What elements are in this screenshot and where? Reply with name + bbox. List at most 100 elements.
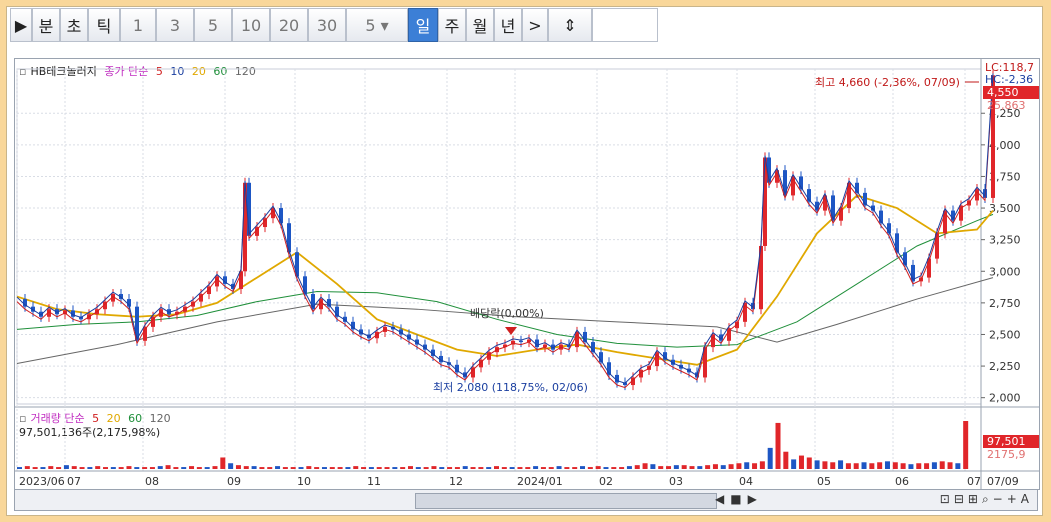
volume-bar — [853, 463, 859, 469]
zoom-controls[interactable]: ⊡⊟⊞⌕−+A — [940, 492, 1033, 507]
toolbar-button-5[interactable]: 3 — [156, 8, 194, 42]
x-tick-label: 07/09 — [987, 475, 1019, 488]
toolbar-button-4[interactable]: 1 — [120, 8, 156, 42]
volume-bar — [697, 466, 703, 469]
toolbar-button-13[interactable]: 월 — [466, 8, 494, 42]
toolbar-button-1[interactable]: 분 — [32, 8, 60, 42]
toolbar-button-7[interactable]: 10 — [232, 8, 270, 42]
toolbar-button-11[interactable]: 일 — [408, 8, 438, 42]
candle-body — [519, 340, 523, 343]
volume-bar — [939, 461, 945, 469]
volume-bar — [110, 467, 116, 469]
toolbar-button-6[interactable]: 5 — [194, 8, 232, 42]
volume-bar — [267, 467, 273, 469]
volume-bar — [235, 465, 241, 469]
volume-bar — [95, 466, 101, 469]
volume-bar — [290, 467, 296, 469]
y-tick-label: 3,500 — [989, 202, 1021, 215]
x-tick-label: 09 — [227, 475, 241, 488]
volume-bar — [204, 467, 210, 469]
volume-bar — [400, 467, 406, 469]
ma60-line — [16, 213, 994, 348]
candle-body — [975, 189, 979, 201]
price-plot-frame — [16, 68, 982, 405]
volume-bar — [580, 466, 586, 469]
volume-bar — [767, 447, 773, 469]
volume-bar — [759, 461, 765, 469]
x-tick-label: 06 — [895, 475, 909, 488]
x-tick-label: 07 — [967, 475, 981, 488]
period-input[interactable] — [592, 8, 658, 42]
volume-bar — [947, 462, 953, 469]
volume-bar — [376, 467, 382, 469]
scroll-thumb[interactable] — [415, 493, 717, 509]
low-annotation: 최저 2,080 (118,75%, 02/06) — [433, 381, 588, 394]
volume-bar — [275, 466, 281, 469]
period-toolbar: ▶ 분 초 틱 1 3 5 10 20 30 5 ▾ 일 주 월 년 > ⇕ — [10, 8, 658, 42]
volume-bar — [830, 462, 836, 469]
volume-bar — [908, 464, 914, 469]
volume-bar — [806, 457, 812, 469]
volume-bar — [243, 466, 249, 469]
volume-bar — [149, 467, 155, 469]
volume-bar — [603, 467, 609, 469]
volume-bar — [361, 467, 367, 469]
volume-bar — [845, 463, 851, 469]
volume-bar — [838, 460, 844, 469]
volume-bar — [642, 463, 648, 469]
volume-bar — [353, 466, 359, 469]
x-tick-label: 2023/06 — [19, 475, 65, 488]
volume-bar — [345, 467, 351, 469]
volume-bar — [329, 467, 335, 469]
volume-bar — [118, 467, 124, 469]
volume-bar — [712, 464, 718, 469]
volume-bar — [666, 466, 672, 469]
chart-scrollbar[interactable]: ◀■▶ ⊡⊟⊞⌕−+A — [14, 489, 1038, 511]
toolbar-button-3[interactable]: 틱 — [88, 8, 120, 42]
volume-bar — [196, 467, 202, 469]
toolbar-button-0[interactable]: ▶ — [10, 8, 32, 42]
volume-bar — [415, 467, 421, 469]
volume-bar — [337, 467, 343, 469]
toolbar-button-15[interactable]: > — [522, 8, 548, 42]
volume-bar — [40, 467, 46, 469]
toolbar-button-2[interactable]: 초 — [60, 8, 88, 42]
price-chart[interactable]: 4,2504,0003,7503,5003,2503,0002,7502,500… — [15, 59, 1039, 489]
volume-bar — [282, 467, 288, 469]
volume-bar — [783, 451, 789, 469]
volume-bar — [525, 467, 531, 469]
toolbar-button-9[interactable]: 30 — [308, 8, 346, 42]
volume-bar — [462, 466, 468, 469]
volume-bar — [181, 467, 187, 469]
volume-bar — [931, 462, 937, 469]
toolbar-button-8[interactable]: 20 — [270, 8, 308, 42]
volume-bar — [595, 466, 601, 469]
toolbar-button-12[interactable]: 주 — [438, 8, 466, 42]
scroll-controls[interactable]: ◀■▶ — [715, 492, 763, 506]
volume-bar — [572, 467, 578, 469]
volume-bar — [877, 462, 883, 469]
x-tick-label: 04 — [739, 475, 753, 488]
volume-bar — [134, 467, 140, 469]
volume-bar — [681, 465, 687, 469]
volume-bar — [79, 467, 85, 469]
volume-bar — [884, 461, 890, 469]
volume-bar — [564, 467, 570, 469]
volume-bar — [752, 463, 758, 469]
high-annotation: 최고 4,660 (-2,36%, 07/09) — [815, 76, 960, 89]
volume-bar — [955, 463, 961, 469]
toolbar-button-10[interactable]: 5 ▾ — [346, 8, 408, 42]
volume-bar — [384, 467, 390, 469]
x-tick-label: 11 — [367, 475, 381, 488]
volume-bar — [494, 466, 499, 469]
hc-label: HC:-2,36 — [985, 73, 1033, 86]
volume-bar — [611, 467, 617, 469]
toolbar-button-16[interactable]: ⇕ — [548, 8, 592, 42]
volume-bar — [720, 465, 726, 469]
toolbar-button-14[interactable]: 년 — [494, 8, 522, 42]
ma20-line — [16, 194, 994, 366]
volume-bar — [189, 466, 195, 469]
ma10-line — [16, 73, 994, 384]
volume-bar — [212, 466, 218, 469]
y-tick-label: 2,250 — [989, 360, 1021, 373]
